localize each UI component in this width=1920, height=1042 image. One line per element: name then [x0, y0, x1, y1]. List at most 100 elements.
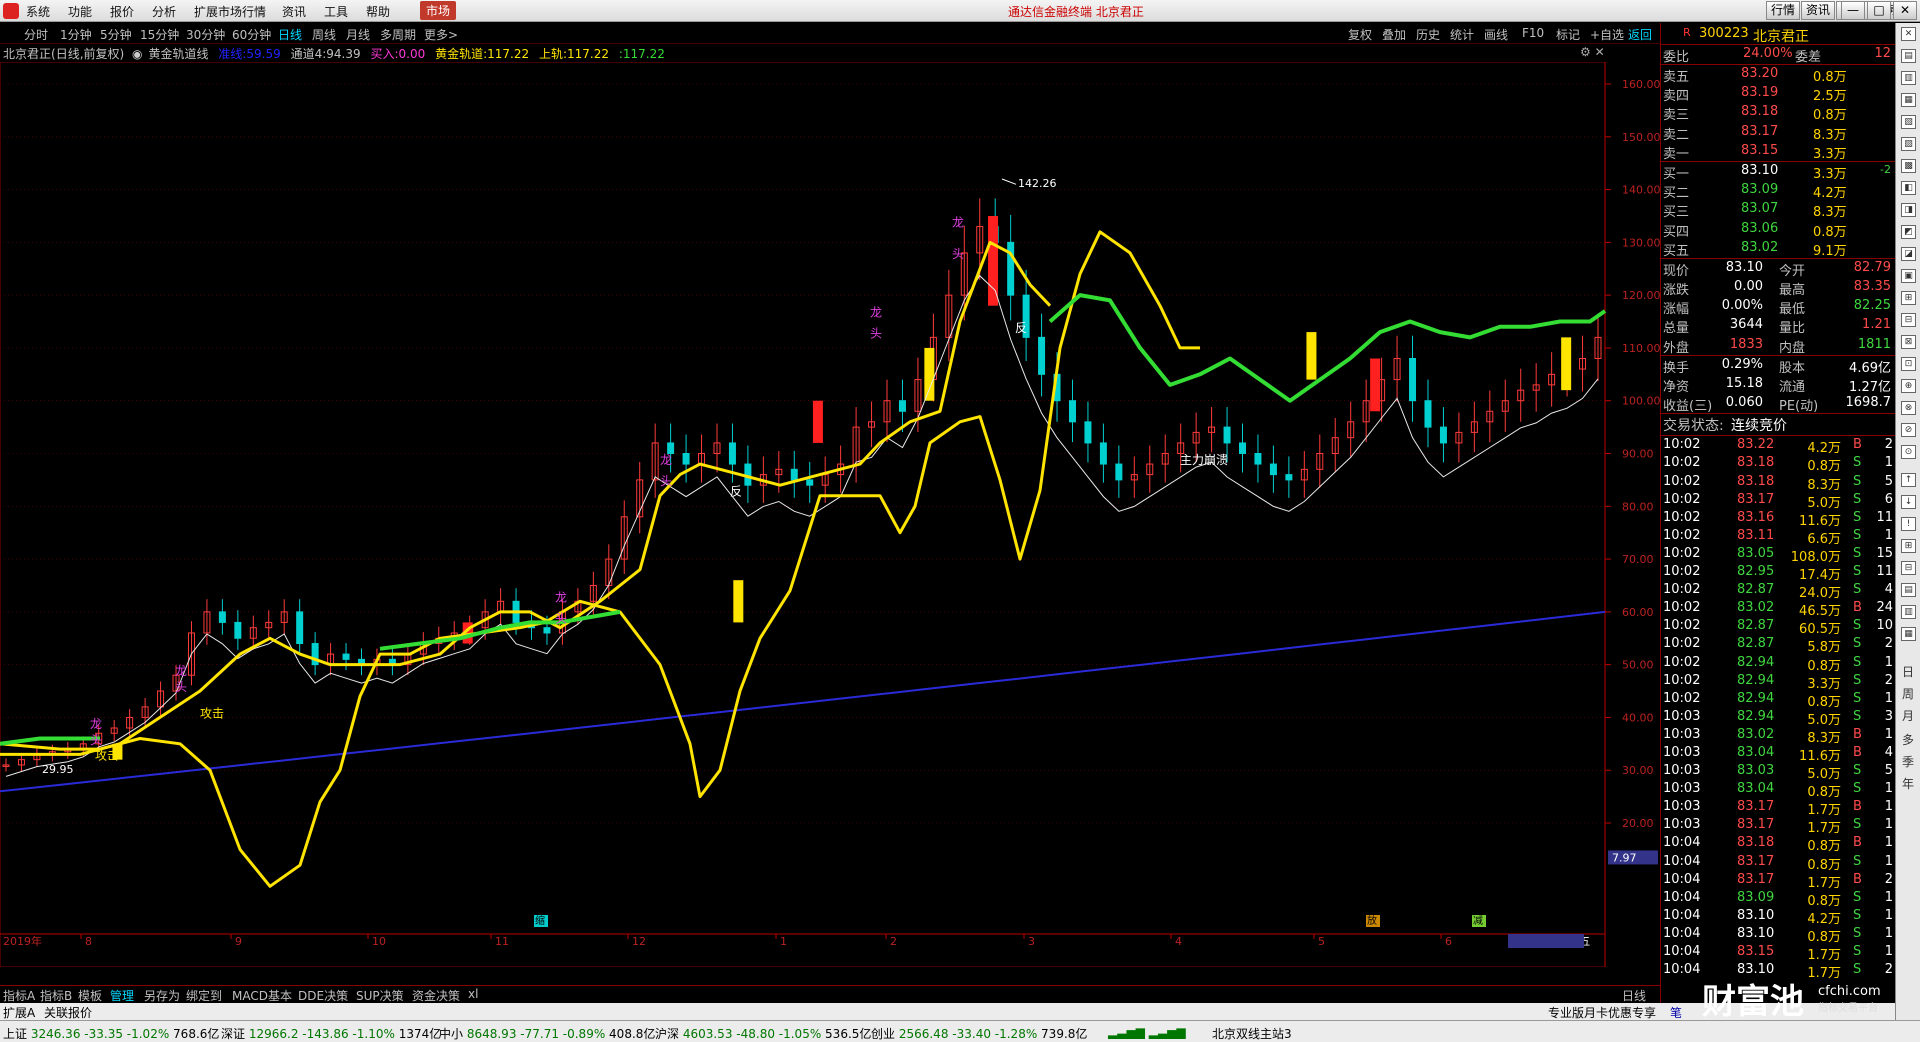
bid-row[interactable]: 买一 83.10 3.3万 -2 [1661, 162, 1895, 182]
tab-fund[interactable]: 资金决策 [412, 987, 460, 1004]
close-icon[interactable]: ✕ [1901, 27, 1916, 41]
tab-template[interactable]: 模板 [78, 987, 102, 1004]
minimize-button[interactable]: — [1841, 1, 1865, 20]
tool-icon-22[interactable]: ! [1901, 517, 1916, 531]
period-15min[interactable]: 15分钟 [140, 26, 179, 43]
tool-icon-10[interactable]: ◪ [1901, 247, 1916, 261]
menu-info[interactable]: 资讯 [282, 3, 306, 20]
tab-sup[interactable]: SUP决策 [356, 987, 404, 1004]
tool-icon-11[interactable]: ▣ [1901, 269, 1916, 283]
tool-icon-18[interactable]: ⊘ [1901, 423, 1916, 437]
promo-text[interactable]: 专业版月卡优惠专享 [1548, 1004, 1656, 1021]
tab-manage[interactable]: 管理 [110, 987, 134, 1004]
kline-chart[interactable]: 20.00 30.00 40.00 50.00 60.00 70.00 80.00 90.00… [0, 62, 1660, 967]
ask-row[interactable]: 卖一 83.15 3.3万 [1661, 142, 1895, 162]
ext-a[interactable]: 扩展A [3, 1004, 35, 1021]
tool-icon-14[interactable]: ⊠ [1901, 335, 1916, 349]
tab-xl[interactable]: xl [468, 987, 478, 1001]
indicator-name[interactable]: 黄金轨道线 [149, 47, 209, 61]
bid-row[interactable]: 买五 83.02 9.1万 [1661, 239, 1895, 259]
maximize-button[interactable]: □ [1867, 1, 1891, 20]
bid-row[interactable]: 买三 83.07 8.3万 [1661, 200, 1895, 220]
tab-period-day[interactable]: 日线 [1622, 987, 1646, 1004]
menu-tools[interactable]: 工具 [324, 3, 348, 20]
tool-icon-20[interactable]: ↑ [1901, 473, 1916, 487]
promo-pen[interactable]: 笔 [1670, 1004, 1682, 1021]
tick-list[interactable]: 10:02 83.22 4.2万 B 2 10:02 83.18 0.8万 S 1 10:02 83.… [1661, 436, 1895, 981]
tool-huaxian[interactable]: 画线 [1484, 26, 1508, 43]
tab-bind[interactable]: 绑定到 [186, 987, 222, 1004]
btn-zixun[interactable]: 资讯 [1801, 1, 1835, 20]
menu-help[interactable]: 帮助 [366, 3, 390, 20]
market-button[interactable]: 市场 [420, 1, 457, 20]
tool-icon-24[interactable]: ⊟ [1901, 561, 1916, 575]
tab-indicator-b[interactable]: 指标B [40, 987, 72, 1004]
menu-ext-market[interactable]: 扩展市场行情 [194, 3, 266, 20]
index-1[interactable]: 深证 12966.2 -143.86 -1.10% 1374亿 [221, 1025, 441, 1042]
period-60min[interactable]: 60分钟 [232, 26, 271, 43]
radio-icon[interactable]: ◉ [132, 47, 142, 61]
menu-quote[interactable]: 报价 [110, 3, 134, 20]
tool-icon-6[interactable]: ▩ [1901, 159, 1916, 173]
index-4[interactable]: 创业 2566.48 -33.40 -1.28% 739.8亿 [871, 1025, 1087, 1042]
tab-macd[interactable]: MACD基本 [232, 987, 292, 1004]
tool-icon-2[interactable]: ▥ [1901, 71, 1916, 85]
tool-icon-25[interactable]: ▤ [1901, 583, 1916, 597]
strip-multi[interactable]: 多 [1902, 731, 1914, 748]
tool-tongji[interactable]: 统计 [1450, 26, 1474, 43]
tool-icon-8[interactable]: ◨ [1901, 203, 1916, 217]
menu-function[interactable]: 功能 [68, 3, 92, 20]
menu-analysis[interactable]: 分析 [152, 3, 176, 20]
ask-row[interactable]: 卖二 83.17 8.3万 [1661, 123, 1895, 143]
tab-indicator-a[interactable]: 指标A [3, 987, 35, 1004]
tool-return[interactable]: 返回 [1628, 26, 1652, 43]
server-name[interactable]: 北京双线主站3 [1212, 1025, 1292, 1042]
period-day[interactable]: 日线 [278, 26, 302, 43]
period-5min[interactable]: 5分钟 [100, 26, 132, 43]
strip-season[interactable]: 季 [1902, 753, 1914, 770]
chart-tool-icons[interactable]: ⚙ ✕ [1580, 45, 1605, 59]
tool-icon-17[interactable]: ⊗ [1901, 401, 1916, 415]
tool-icon-26[interactable]: ▥ [1901, 605, 1916, 619]
btn-hangqing[interactable]: 行情 [1766, 1, 1800, 20]
tool-icon-12[interactable]: ⊞ [1901, 291, 1916, 305]
period-multi[interactable]: 多周期 [380, 26, 416, 43]
index-3[interactable]: 沪深 4603.53 -48.80 -1.05% 536.5亿 [655, 1025, 871, 1042]
bid-row[interactable]: 买四 83.06 0.8万 [1661, 220, 1895, 240]
tool-icon-27[interactable]: ▦ [1901, 627, 1916, 641]
linked-quote[interactable]: 关联报价 [44, 1004, 92, 1021]
tool-icon-3[interactable]: ▦ [1901, 93, 1916, 107]
strip-week[interactable]: 周 [1902, 685, 1914, 702]
tool-icon-9[interactable]: ◩ [1901, 225, 1916, 239]
tool-zixuan[interactable]: +自选 [1590, 26, 1624, 43]
strip-month[interactable]: 月 [1902, 707, 1914, 724]
tool-icon-15[interactable]: ⊡ [1901, 357, 1916, 371]
index-0[interactable]: 上证 3246.36 -33.35 -1.02% 768.6亿 [3, 1025, 219, 1042]
tab-save-as[interactable]: 另存为 [144, 987, 180, 1004]
tool-icon-13[interactable]: ⊟ [1901, 313, 1916, 327]
tool-icon-23[interactable]: ⊞ [1901, 539, 1916, 553]
tool-icon-5[interactable]: ▨ [1901, 137, 1916, 151]
tool-biaoji[interactable]: 标记 [1556, 26, 1580, 43]
tool-f10[interactable]: F10 [1522, 26, 1544, 40]
period-fenshi[interactable]: 分时 [24, 26, 48, 43]
bid-row[interactable]: 买二 83.09 4.2万 [1661, 181, 1895, 201]
ask-row[interactable]: 卖四 83.19 2.5万 [1661, 84, 1895, 104]
menu-system[interactable]: 系统 [26, 3, 50, 20]
tool-diejia[interactable]: 叠加 [1382, 26, 1406, 43]
tool-icon-21[interactable]: ↓ [1901, 495, 1916, 509]
tool-icon-7[interactable]: ◧ [1901, 181, 1916, 195]
tool-lishi[interactable]: 历史 [1416, 26, 1440, 43]
close-button[interactable]: ✕ [1893, 1, 1917, 20]
strip-day[interactable]: 日 [1902, 663, 1914, 680]
period-30min[interactable]: 30分钟 [186, 26, 225, 43]
tool-icon-4[interactable]: ▧ [1901, 115, 1916, 129]
period-week[interactable]: 周线 [312, 26, 336, 43]
tool-icon-1[interactable]: ▤ [1901, 49, 1916, 63]
ask-row[interactable]: 卖五 83.20 0.8万 [1661, 65, 1895, 85]
tab-dde[interactable]: DDE决策 [298, 987, 348, 1004]
period-month[interactable]: 月线 [346, 26, 370, 43]
tool-icon-19[interactable]: ⊙ [1901, 445, 1916, 459]
ask-row[interactable]: 卖三 83.18 0.8万 [1661, 103, 1895, 123]
period-1min[interactable]: 1分钟 [60, 26, 92, 43]
